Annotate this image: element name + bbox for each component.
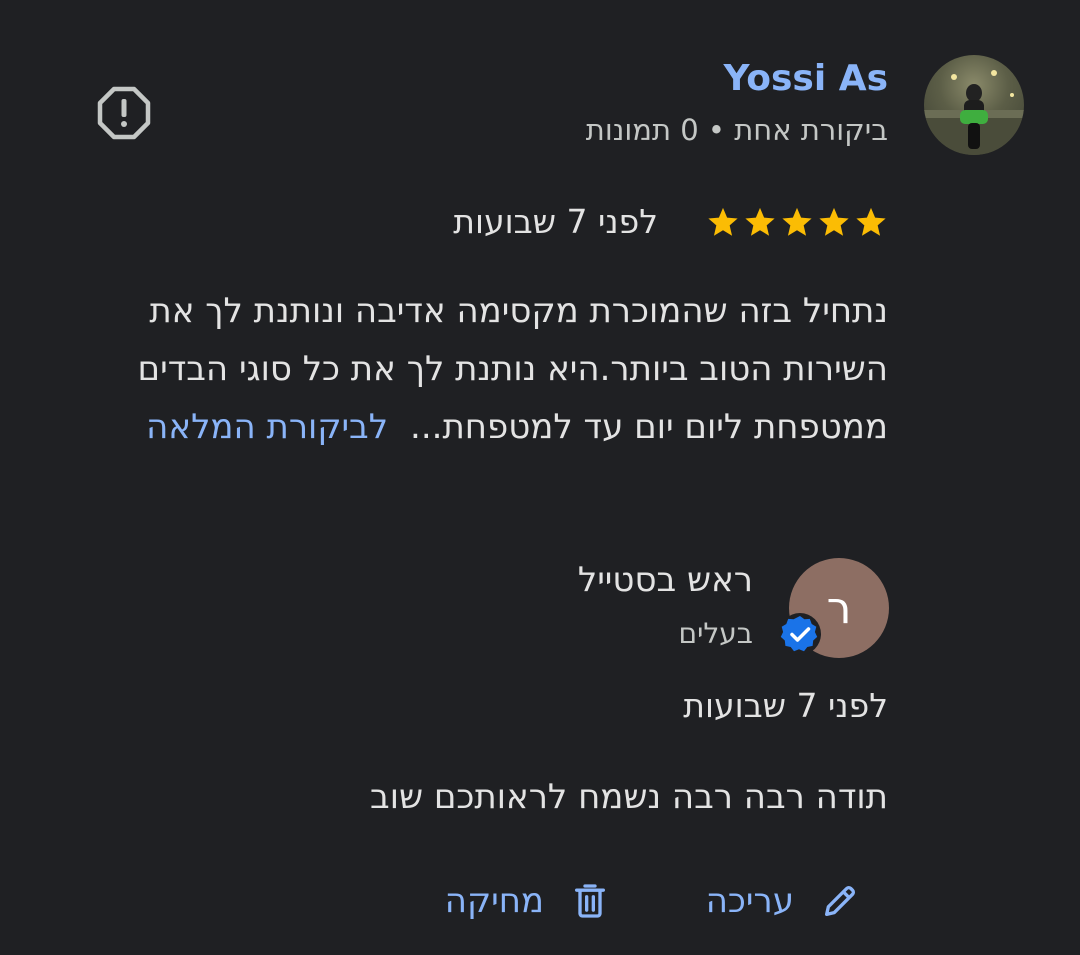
review-time: לפני 7 שבועות [453,202,658,241]
reviewer-name[interactable]: Yossi As [723,58,888,99]
pencil-icon [825,886,855,916]
reviewer-stats: ביקורת אחת • 0 תמונות [585,113,888,147]
trash-icon [575,884,605,918]
star-icon [782,207,812,236]
verified-check-icon [778,612,822,656]
delete-button[interactable]: מחיקה [445,872,610,930]
full-review-link[interactable]: לביקורת המלאה [146,407,388,447]
rating-stars [706,205,888,239]
review-text: נתחיל בזה שהמוכרת מקסימה אדיבה ונותנת לך… [48,282,888,456]
reply-text: תודה רבה רבה נשמח לראותכם שוב [370,777,888,817]
edit-label: עריכה [705,881,794,921]
owner-role-label: בעלים [678,617,753,650]
star-icon [819,207,849,236]
star-icon [856,207,886,236]
reviewer-avatar[interactable] [924,55,1024,155]
edit-button[interactable]: עריכה [706,872,860,930]
star-icon [745,207,775,236]
owner-name: ראש בסטייל [577,560,753,600]
report-icon[interactable] [97,86,151,140]
star-icon [708,207,738,236]
reply-time: לפני 7 שבועות [683,686,888,725]
delete-label: מחיקה [444,881,544,921]
